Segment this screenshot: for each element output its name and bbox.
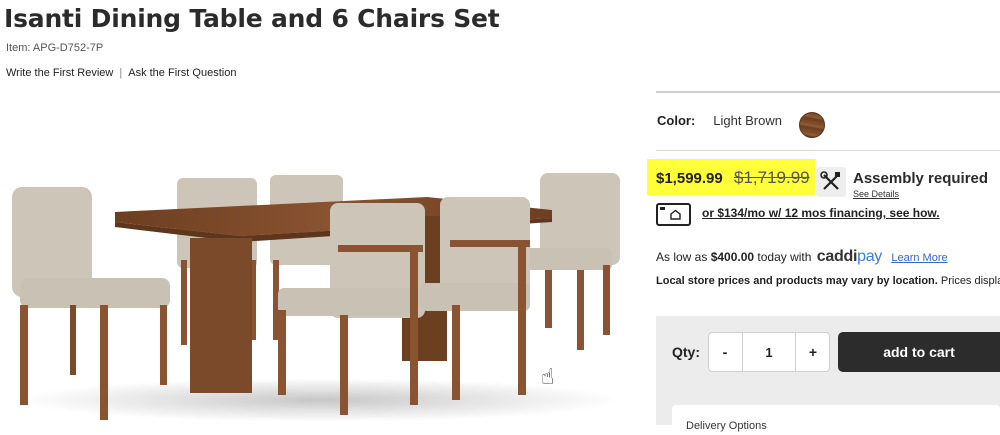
original-price: $1,719.99 bbox=[734, 168, 810, 187]
color-divider bbox=[656, 150, 1000, 151]
caddipay-row: As low as $400.00 today with caddipay Le… bbox=[656, 248, 948, 266]
current-price: $1,599.99 bbox=[656, 170, 723, 187]
caddipay-prefix: As low as bbox=[656, 250, 711, 264]
caddipay-logo: caddipay bbox=[816, 248, 883, 265]
color-row: Color: Light Brown bbox=[657, 113, 782, 128]
add-to-cart-button[interactable]: add to cart bbox=[838, 332, 1000, 372]
assembly-title: Assembly required bbox=[853, 170, 989, 187]
item-number: Item: APG-D752-7P bbox=[6, 42, 104, 54]
review-links: Write the First Review | Ask the First Que… bbox=[6, 67, 236, 79]
qty-decrease-button[interactable]: - bbox=[708, 332, 742, 372]
payment-card-icon bbox=[656, 203, 691, 226]
top-divider bbox=[656, 91, 1000, 93]
caddipay-suffix: today with bbox=[754, 250, 812, 264]
local-notice-bold: Local store prices and products may vary… bbox=[656, 275, 938, 287]
review-separator: | bbox=[119, 67, 123, 79]
color-value: Light Brown bbox=[713, 113, 782, 128]
see-details-link[interactable]: See Details bbox=[853, 189, 899, 199]
ask-question-link[interactable]: Ask the First Question bbox=[128, 67, 236, 79]
caddipay-logo-caddi: caddi bbox=[816, 248, 858, 265]
qty-increase-button[interactable]: + bbox=[796, 332, 830, 372]
chair-right-end bbox=[522, 173, 620, 350]
product-title: Isanti Dining Table and 6 Chairs Set bbox=[4, 4, 500, 33]
learn-more-link[interactable]: Learn More bbox=[891, 252, 947, 264]
local-notice-rest: Prices display bbox=[940, 275, 1000, 287]
qty-input[interactable]: 1 bbox=[742, 332, 796, 372]
qty-label: Qty: bbox=[672, 344, 700, 360]
hand-cursor-icon: ☝ bbox=[541, 364, 555, 389]
delivery-options-label: Delivery Options bbox=[686, 420, 767, 432]
write-review-link[interactable]: Write the First Review bbox=[6, 67, 113, 79]
tools-icon bbox=[816, 167, 846, 197]
color-label: Color: bbox=[657, 113, 696, 128]
caddipay-logo-pay: pay bbox=[857, 248, 882, 265]
local-store-notice: Local store prices and products may vary… bbox=[656, 275, 1000, 287]
color-swatch[interactable] bbox=[799, 112, 825, 138]
financing-link[interactable]: or $134/mo w/ 12 mos financing, see how. bbox=[702, 206, 940, 220]
caddipay-amount: $400.00 bbox=[710, 250, 755, 264]
